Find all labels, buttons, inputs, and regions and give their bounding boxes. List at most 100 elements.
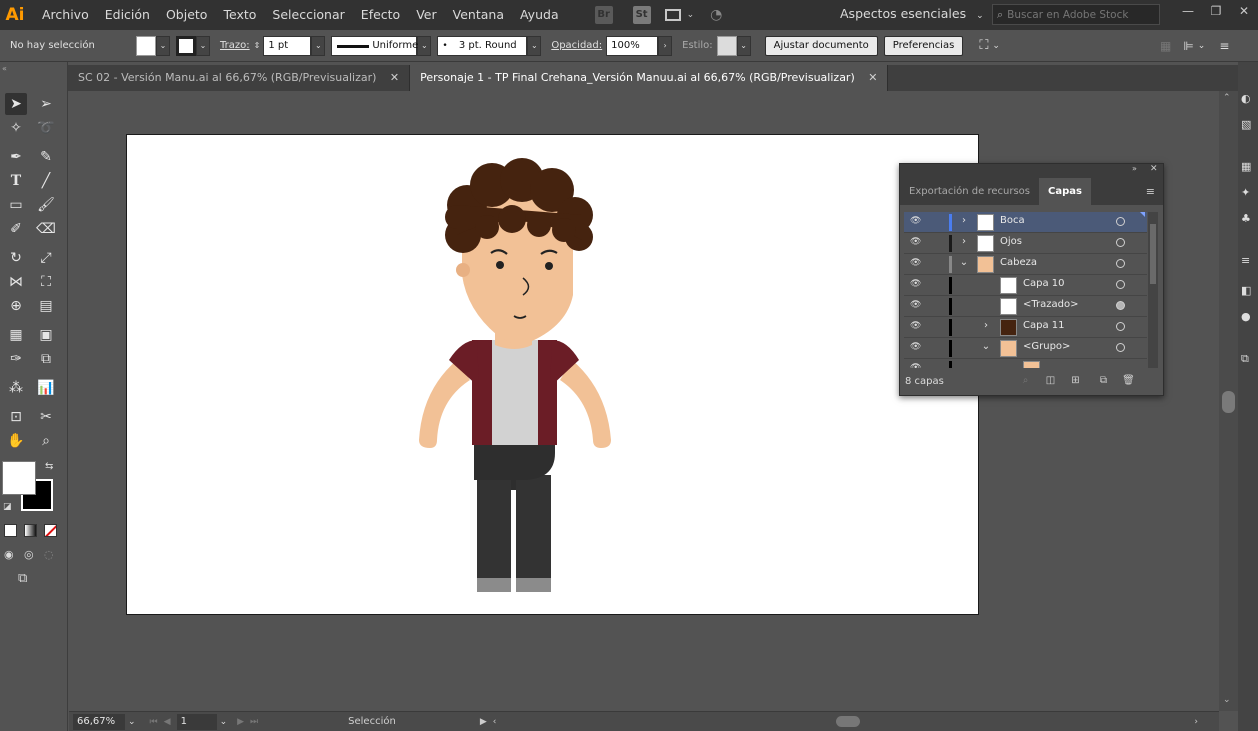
blend-tool-icon[interactable]: ⧉	[35, 348, 57, 370]
minimize-button[interactable]: —	[1174, 0, 1202, 24]
rectangle-tool-icon[interactable]: ▭	[5, 194, 27, 216]
none-mode-icon[interactable]	[44, 524, 57, 537]
tab-sc02[interactable]: SC 02 - Versión Manu.ai al 66,67% (RGB/P…	[68, 65, 411, 91]
stock-search-input[interactable]	[1007, 8, 1148, 21]
target-circle-icon[interactable]	[1116, 217, 1125, 226]
scroll-left-icon[interactable]: ‹	[493, 717, 497, 727]
eyedropper-tool-icon[interactable]: ✑	[5, 348, 27, 370]
layer-row-partial[interactable]: 👁	[904, 359, 1147, 368]
target-circle-icon[interactable]	[1116, 322, 1125, 331]
visibility-eye-icon[interactable]: 👁	[910, 321, 922, 333]
locate-object-icon[interactable]: ⌕	[1019, 375, 1032, 387]
adjust-document-button[interactable]: Ajustar documento	[764, 35, 878, 56]
libraries-panel-icon[interactable]: ▦	[1241, 160, 1251, 173]
visibility-eye-icon[interactable]: 👁	[910, 300, 922, 312]
tab-layers[interactable]: Capas	[1038, 178, 1091, 205]
scroll-thumb[interactable]	[1222, 391, 1235, 413]
menu-ayuda[interactable]: Ayuda	[512, 0, 567, 30]
arrange-documents-icon[interactable]	[664, 9, 681, 21]
align-icon[interactable]: ▦	[1160, 39, 1171, 53]
column-graph-tool-icon[interactable]: 📊	[35, 377, 57, 399]
layer-row-boca[interactable]: 👁 › Boca	[904, 212, 1147, 233]
symbols-panel-icon[interactable]: ♣	[1241, 212, 1251, 225]
expand-chevron-icon[interactable]: ›	[958, 215, 970, 226]
close-window-button[interactable]: ✕	[1230, 0, 1258, 24]
screen-mode-icon[interactable]: ⧉	[18, 571, 27, 586]
visibility-eye-icon[interactable]: 👁	[910, 258, 922, 270]
stroke-dropdown[interactable]: ⌄	[196, 35, 210, 56]
menu-ver[interactable]: Ver	[408, 0, 444, 30]
transform-icon[interactable]: ⛶	[979, 38, 988, 53]
perspective-grid-tool-icon[interactable]: ▤	[35, 295, 57, 317]
lasso-tool-icon[interactable]: ➰	[35, 117, 57, 139]
visibility-eye-icon[interactable]: 👁	[910, 279, 922, 291]
zoom-field[interactable]: 66,67%	[73, 713, 125, 730]
scroll-right-icon[interactable]: ›	[1194, 717, 1198, 727]
scale-tool-icon[interactable]: ⤢	[35, 247, 57, 269]
new-sublayer-icon[interactable]: ⊞	[1069, 375, 1082, 387]
preferences-button[interactable]: Preferencias	[883, 35, 964, 56]
next-artboard-icon[interactable]: ▶	[237, 717, 244, 727]
close-panel-icon[interactable]: ✕	[1150, 164, 1158, 174]
menu-edicion[interactable]: Edición	[97, 0, 158, 30]
opacity-dropdown[interactable]: ›	[658, 35, 673, 56]
gpu-performance-icon[interactable]: ◔	[710, 7, 722, 23]
layer-row-ojos[interactable]: 👁 › Ojos	[904, 233, 1147, 254]
menu-ventana[interactable]: Ventana	[445, 0, 512, 30]
color-mode-icon[interactable]	[4, 524, 17, 537]
stroke-swatch[interactable]	[176, 35, 196, 56]
last-artboard-icon[interactable]: ⏭	[250, 717, 258, 727]
target-circle-icon[interactable]	[1116, 238, 1125, 247]
appearance-panel-icon[interactable]: ●	[1241, 310, 1251, 323]
swatches-panel-icon[interactable]: ▧	[1241, 118, 1251, 131]
style-dropdown[interactable]: ⌄	[736, 35, 751, 56]
shaper-tool-icon[interactable]: ✐	[5, 218, 27, 240]
stock-button[interactable]: St	[632, 6, 651, 24]
brushes-panel-icon[interactable]: ✦	[1241, 186, 1250, 199]
hand-tool-icon[interactable]: ✋	[5, 430, 27, 452]
expand-chevron-icon[interactable]: ›	[980, 320, 992, 331]
transparency-panel-icon[interactable]: ◧	[1241, 284, 1251, 297]
artboard-tool-icon[interactable]: ⊡	[5, 406, 27, 428]
draw-inside-icon[interactable]: ◌	[44, 548, 54, 561]
shape-builder-tool-icon[interactable]: ⊕	[5, 295, 27, 317]
restore-button[interactable]: ❐	[1202, 0, 1230, 24]
horizontal-scroll-thumb[interactable]	[836, 716, 861, 727]
close-icon[interactable]: ✕	[390, 71, 399, 84]
layer-name[interactable]: Cabeza	[1000, 257, 1037, 268]
vertical-scrollbar[interactable]: ⌃ ⌄	[1219, 91, 1238, 711]
type-tool-icon[interactable]: T	[5, 170, 27, 192]
brush-dropdown[interactable]: ⌄	[527, 35, 542, 56]
mesh-tool-icon[interactable]: ▦	[5, 324, 27, 346]
free-transform-tool-icon[interactable]: ⛶	[35, 271, 57, 293]
expand-chevron-icon[interactable]: ⌄	[980, 341, 992, 352]
symbol-sprayer-tool-icon[interactable]: ⁂	[5, 377, 27, 399]
layer-row-capa11[interactable]: 👁 › Capa 11	[904, 317, 1147, 338]
tab-personaje[interactable]: Personaje 1 - TP Final Crehana_Versión M…	[410, 65, 889, 91]
fill-swatch[interactable]	[136, 35, 156, 56]
tools-collapse-icon[interactable]: «	[2, 64, 7, 73]
magic-wand-tool-icon[interactable]: ✧	[5, 117, 27, 139]
gradient-tool-icon[interactable]: ▣	[35, 324, 57, 346]
stroke-label[interactable]: Trazo:	[220, 40, 250, 51]
panel-menu-icon[interactable]: ≡	[1146, 185, 1155, 198]
layers-scrollbar[interactable]	[1148, 212, 1158, 368]
layer-name[interactable]: <Trazado>	[1023, 299, 1078, 310]
opacity-field[interactable]: 100%	[606, 35, 659, 56]
chevron-down-icon[interactable]: ⌄	[687, 10, 695, 20]
target-circle-icon[interactable]	[1116, 259, 1125, 268]
stroke-stepper-icon[interactable]: ⇕	[254, 41, 261, 50]
paintbrush-tool-icon[interactable]: 🖌	[35, 194, 57, 216]
rotate-tool-icon[interactable]: ↻	[5, 247, 27, 269]
direct-selection-tool-icon[interactable]: ➢	[35, 93, 57, 115]
layer-name[interactable]: Capa 10	[1023, 278, 1065, 289]
layer-row-trazado[interactable]: 👁 <Trazado>	[904, 296, 1147, 317]
clipping-mask-icon[interactable]: ◫	[1044, 375, 1057, 387]
layer-name[interactable]: Boca	[1000, 215, 1025, 226]
chevron-down-icon[interactable]: ⌄	[992, 41, 1000, 51]
current-tool-status[interactable]: Selección	[348, 716, 396, 727]
new-layer-icon[interactable]: ⧉	[1097, 375, 1110, 387]
panel-header[interactable]: » ✕	[900, 164, 1163, 178]
color-panel-icon[interactable]: ◐	[1241, 92, 1251, 105]
first-artboard-icon[interactable]: ⏮	[150, 717, 158, 727]
